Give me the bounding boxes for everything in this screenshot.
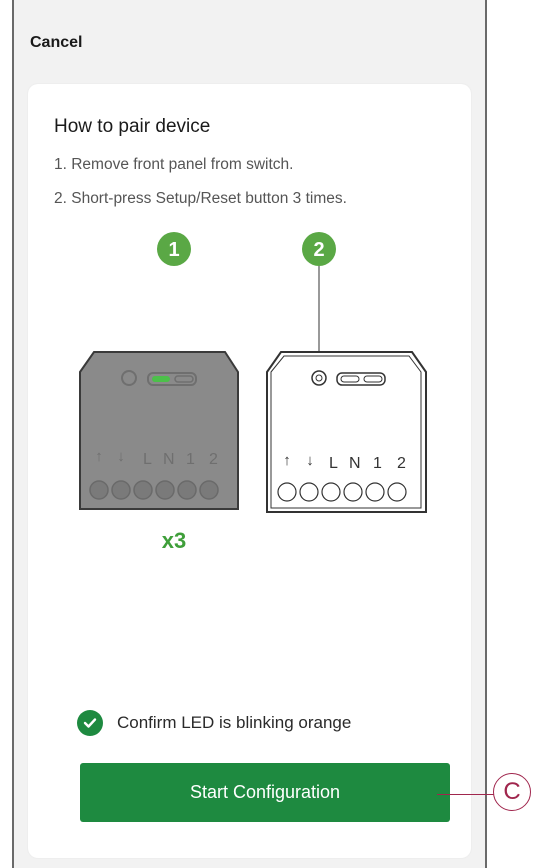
press-count-label: x3	[162, 528, 186, 553]
step-marker-1: 1	[157, 232, 191, 266]
callout-line	[437, 794, 495, 795]
svg-text:↓: ↓	[306, 452, 314, 469]
svg-text:1: 1	[373, 455, 382, 472]
svg-text:↑: ↑	[283, 452, 291, 469]
check-circle-icon	[77, 710, 103, 736]
svg-text:N: N	[349, 455, 361, 472]
step-marker-2: 2	[302, 232, 336, 266]
pairing-illustration: 1 2 ↑ ↓ L N 1 2 x3 ↑ ↓ L N 1 2	[79, 232, 427, 553]
pairing-card: How to pair device 1. Remove front panel…	[28, 84, 471, 858]
cancel-button[interactable]: Cancel	[30, 34, 82, 52]
marker-2-label: 2	[313, 239, 324, 261]
svg-text:L: L	[143, 451, 152, 468]
confirm-text: Confirm LED is blinking orange	[117, 713, 352, 732]
svg-text:N: N	[163, 451, 175, 468]
led-confirmation: Confirm LED is blinking orange	[77, 710, 351, 736]
callout-marker: C	[493, 773, 531, 811]
svg-text:L: L	[329, 455, 338, 472]
svg-text:↓: ↓	[117, 448, 125, 465]
device-module-dark: ↑ ↓ L N 1 2	[79, 351, 239, 510]
device-module-outline: ↑ ↓ L N 1 2	[266, 351, 427, 513]
svg-text:↑: ↑	[95, 448, 103, 465]
svg-text:1: 1	[186, 451, 195, 468]
start-configuration-button[interactable]: Start Configuration	[80, 763, 450, 822]
svg-text:2: 2	[397, 455, 406, 472]
app-screen: Cancel How to pair device 1. Remove fron…	[12, 0, 487, 868]
marker-1-label: 1	[168, 239, 179, 261]
svg-text:2: 2	[209, 451, 218, 468]
